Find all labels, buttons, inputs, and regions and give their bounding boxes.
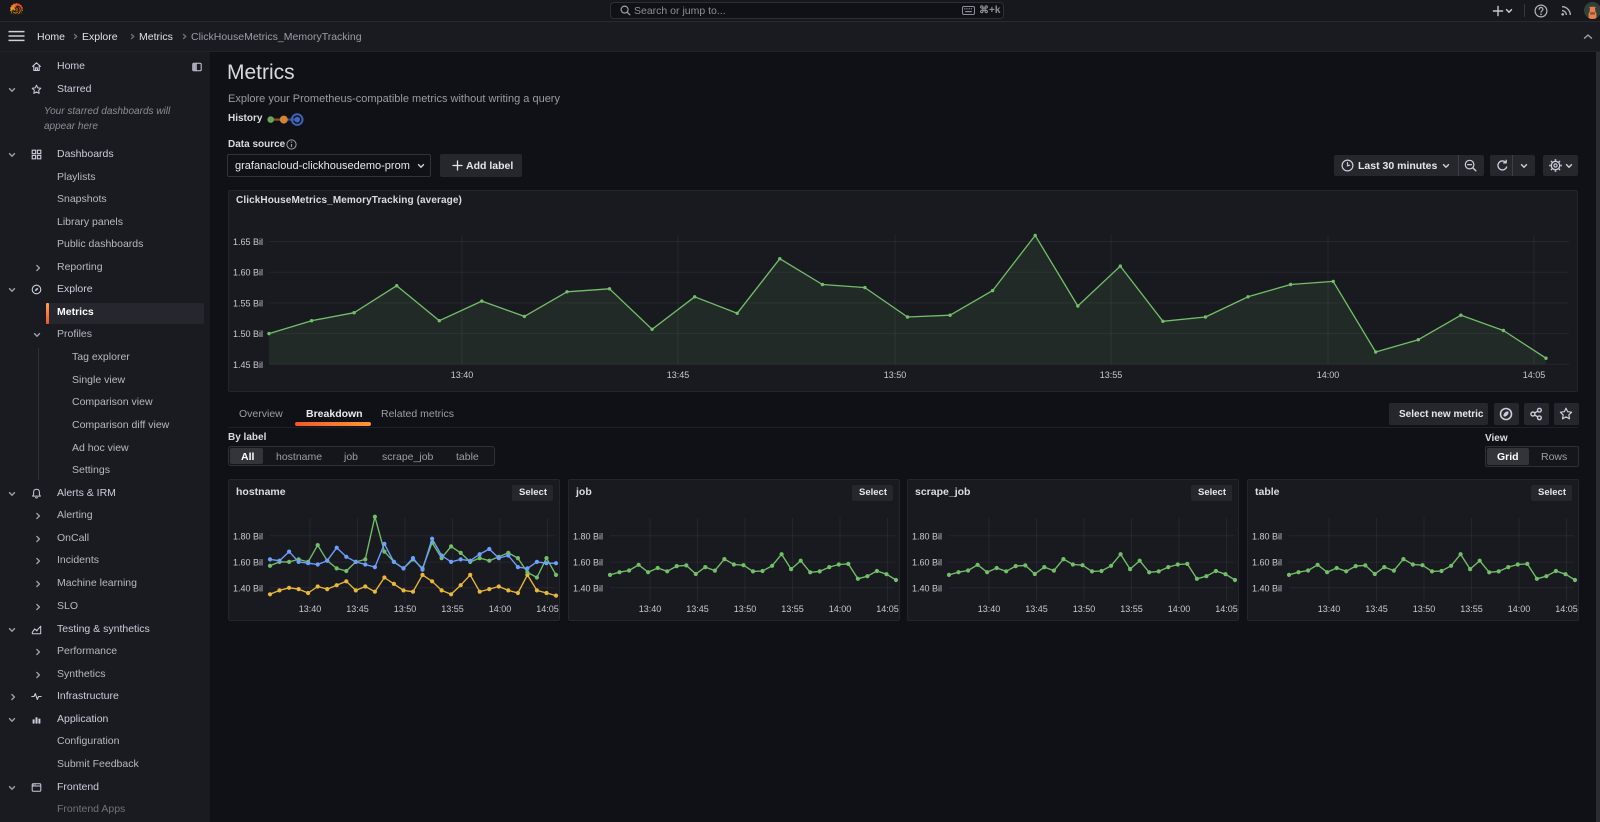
svg-text:13:50: 13:50 <box>394 604 417 614</box>
svg-text:14:00: 14:00 <box>829 604 852 614</box>
svg-text:13:50: 13:50 <box>884 370 907 380</box>
svg-text:14:05: 14:05 <box>1215 604 1238 614</box>
svg-text:14:05: 14:05 <box>536 604 559 614</box>
svg-text:13:55: 13:55 <box>1100 370 1123 380</box>
svg-text:13:40: 13:40 <box>1318 604 1341 614</box>
svg-text:13:55: 13:55 <box>781 604 804 614</box>
svg-text:13:50: 13:50 <box>734 604 757 614</box>
svg-text:14:00: 14:00 <box>1317 370 1340 380</box>
svg-text:1.60 Bil: 1.60 Bil <box>233 268 263 278</box>
svg-text:14:00: 14:00 <box>1508 604 1531 614</box>
svg-text:14:05: 14:05 <box>876 604 899 614</box>
svg-text:13:50: 13:50 <box>1413 604 1436 614</box>
svg-text:1.40 Bil: 1.40 Bil <box>573 583 603 593</box>
svg-text:1.60 Bil: 1.60 Bil <box>233 558 263 568</box>
svg-text:1.60 Bil: 1.60 Bil <box>912 558 942 568</box>
svg-text:13:40: 13:40 <box>978 604 1001 614</box>
svg-text:1.60 Bil: 1.60 Bil <box>573 558 603 568</box>
svg-text:1.50 Bil: 1.50 Bil <box>233 329 263 339</box>
svg-text:1.65 Bil: 1.65 Bil <box>233 237 263 247</box>
svg-text:13:45: 13:45 <box>1365 604 1388 614</box>
svg-text:13:45: 13:45 <box>346 604 369 614</box>
svg-text:13:55: 13:55 <box>441 604 464 614</box>
svg-text:13:45: 13:45 <box>1025 604 1048 614</box>
svg-text:1.60 Bil: 1.60 Bil <box>1252 558 1282 568</box>
svg-text:14:00: 14:00 <box>1168 604 1191 614</box>
svg-text:14:00: 14:00 <box>489 604 512 614</box>
svg-text:14:05: 14:05 <box>1555 604 1578 614</box>
svg-text:1.55 Bil: 1.55 Bil <box>233 298 263 308</box>
svg-text:1.40 Bil: 1.40 Bil <box>912 583 942 593</box>
svg-text:1.45 Bil: 1.45 Bil <box>233 360 263 370</box>
svg-text:13:40: 13:40 <box>299 604 322 614</box>
svg-text:1.80 Bil: 1.80 Bil <box>233 531 263 541</box>
svg-text:13:40: 13:40 <box>639 604 662 614</box>
svg-text:1.80 Bil: 1.80 Bil <box>1252 531 1282 541</box>
svg-text:14:05: 14:05 <box>1523 370 1546 380</box>
svg-text:1.80 Bil: 1.80 Bil <box>573 531 603 541</box>
svg-text:1.80 Bil: 1.80 Bil <box>912 531 942 541</box>
svg-text:13:50: 13:50 <box>1073 604 1096 614</box>
svg-text:1.40 Bil: 1.40 Bil <box>1252 583 1282 593</box>
svg-text:13:40: 13:40 <box>451 370 474 380</box>
svg-text:13:55: 13:55 <box>1460 604 1483 614</box>
svg-text:13:55: 13:55 <box>1120 604 1143 614</box>
svg-text:13:45: 13:45 <box>667 370 690 380</box>
svg-text:13:45: 13:45 <box>686 604 709 614</box>
svg-text:1.40 Bil: 1.40 Bil <box>233 583 263 593</box>
